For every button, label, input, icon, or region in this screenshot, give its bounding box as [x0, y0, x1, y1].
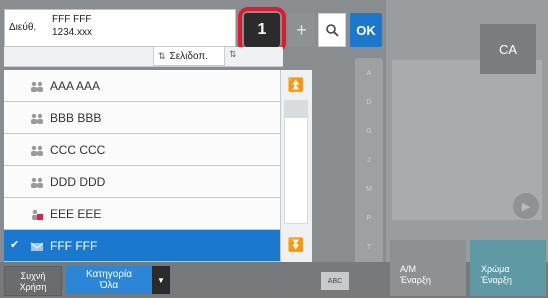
bw-start-label: Α/Μ Έναρξη	[400, 264, 431, 286]
list-item[interactable]: BBB BBB	[4, 102, 280, 134]
list-item[interactable]: CCC CCC	[4, 134, 280, 166]
index-letter[interactable]: A	[367, 70, 372, 77]
category-value: Όλα	[99, 280, 119, 291]
category-button[interactable]: Κατηγορία Όλα	[66, 266, 152, 294]
scroll-track[interactable]	[284, 100, 308, 224]
check-icon: ✔	[10, 239, 20, 251]
list-item[interactable]: ✔ FFF FFF	[4, 230, 280, 262]
group-icon	[30, 176, 44, 194]
plus-label: +	[296, 19, 307, 40]
index-letter[interactable]: T	[367, 244, 371, 251]
abc-label: ABC	[327, 277, 343, 285]
start-circle-icon[interactable]: ▶	[513, 193, 539, 219]
color-label-1: Χρώμα	[481, 264, 510, 274]
search-icon	[326, 24, 339, 37]
color-label-2: Έναρξη	[481, 275, 512, 285]
address-book-screen: CA ▶ Διεύθ. FFF FFF 1234.xxx 1 + OK ⇅ Σε…	[0, 0, 548, 298]
email-icon	[30, 240, 44, 258]
sort-bar	[4, 47, 283, 67]
list-item[interactable]: EEE EEE	[4, 198, 280, 230]
address-field[interactable]: Διεύθ. FFF FFF 1234.xxx	[4, 9, 236, 47]
add-button[interactable]: +	[288, 13, 315, 47]
index-letter[interactable]: G	[366, 128, 371, 135]
ok-label: OK	[356, 22, 376, 38]
scroll-top-icon[interactable]: ⏫	[284, 72, 308, 98]
group-icon	[30, 112, 44, 130]
address-label: Διεύθ.	[9, 22, 37, 33]
scroll-thumb[interactable]	[284, 100, 308, 118]
ca-button[interactable]: CA	[480, 24, 536, 74]
address-list: AAA AAA BBB BBB CCC CCC DDD DDD EEE EEE ✔ FFF …	[4, 70, 280, 262]
list-item-name: EEE EEE	[50, 207, 102, 221]
fax-group-icon	[30, 208, 44, 226]
bw-label-2: Έναρξη	[400, 275, 431, 285]
sort-button[interactable]: ⇅ Σελιδοπ.	[153, 46, 225, 66]
list-item[interactable]: DDD DDD	[4, 166, 280, 198]
sort-az-alt-icon[interactable]: ⇅	[229, 49, 237, 60]
ca-label: CA	[498, 41, 518, 57]
index-letter[interactable]: J	[367, 157, 371, 164]
index-letter[interactable]: M	[366, 186, 372, 193]
ok-button[interactable]: OK	[350, 13, 382, 47]
abc-button[interactable]: ABC	[321, 272, 349, 290]
color-start-label: Χρώμα Έναρξη	[481, 264, 512, 286]
list-item-name: CCC CCC	[50, 143, 106, 157]
list-item-name: DDD DDD	[50, 175, 106, 189]
list-item-name: FFF FFF	[50, 239, 98, 253]
frequent-label-1: Συχνή	[20, 271, 46, 281]
frequent-label-2: Χρήση	[19, 282, 47, 292]
address-name: FFF FFF	[52, 14, 92, 25]
list-item-name: BBB BBB	[50, 111, 102, 125]
bw-label-1: Α/Μ	[400, 264, 417, 274]
sort-az-icon: ⇅	[158, 50, 166, 61]
address-email: 1234.xxx	[52, 27, 93, 38]
index-letter[interactable]: P	[367, 215, 372, 222]
group-icon	[30, 144, 44, 162]
sort-label: Σελιδοπ.	[169, 50, 209, 62]
list-item[interactable]: AAA AAA	[4, 70, 280, 102]
search-button[interactable]	[318, 13, 346, 47]
frequent-use-button[interactable]: Συχνή Χρήση	[4, 266, 62, 296]
chevron-down-icon[interactable]: ▼	[152, 266, 170, 294]
index-letter[interactable]: D	[366, 99, 371, 106]
scroll-bottom-icon[interactable]: ⏬	[284, 232, 308, 258]
list-item-name: AAA AAA	[50, 79, 101, 93]
category-label: Κατηγορία	[85, 269, 133, 280]
group-icon	[30, 80, 44, 98]
